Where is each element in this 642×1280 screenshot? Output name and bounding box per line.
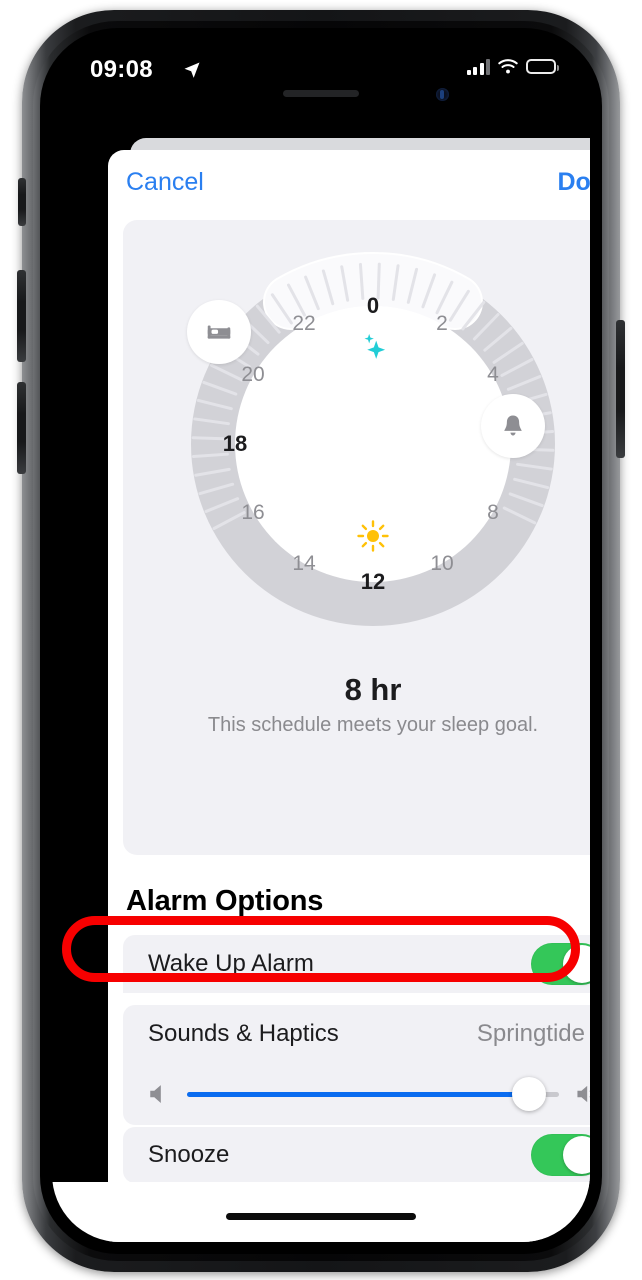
sparkle-icon	[364, 333, 386, 359]
slider-thumb[interactable]	[512, 1077, 547, 1111]
hour-label-10: 10	[430, 552, 454, 575]
mute-switch-button[interactable]	[18, 178, 26, 226]
home-indicator[interactable]	[226, 1213, 416, 1220]
sheet-header: Cancel Done	[108, 150, 590, 212]
slider-fill	[187, 1091, 530, 1097]
wake-up-alarm-row[interactable]: Wake Up Alarm	[123, 935, 590, 993]
hour-label-20: 20	[241, 363, 265, 386]
bell-icon	[504, 415, 522, 436]
sun-icon	[357, 520, 389, 552]
snooze-toggle[interactable]	[531, 1134, 590, 1176]
bedtime-handle[interactable]	[187, 300, 251, 364]
done-button[interactable]: Done	[558, 168, 591, 197]
alarm-volume-row[interactable]	[123, 1063, 590, 1125]
wifi-icon	[498, 59, 518, 74]
speaker-high-icon	[577, 1085, 590, 1103]
toggle-knob	[563, 945, 590, 983]
cancel-button[interactable]: Cancel	[126, 168, 204, 197]
toggle-knob	[563, 1136, 590, 1174]
hour-label-22: 22	[292, 312, 316, 335]
cellular-bars-icon	[466, 58, 490, 75]
speaker-low-icon	[150, 1085, 161, 1103]
alarm-volume-slider[interactable]	[187, 1077, 559, 1111]
bed-icon	[207, 325, 231, 339]
sleep-goal-note: This schedule meets your sleep goal.	[207, 714, 539, 736]
hour-label-14: 14	[292, 552, 316, 575]
snooze-row[interactable]: Snooze	[123, 1127, 590, 1183]
sounds-haptics-value: Springtide	[476, 1020, 585, 1047]
volume-down-button[interactable]	[17, 382, 26, 474]
sleep-dial[interactable]: 0 2 4 6 8 10 12 14 16 18 20 22	[163, 234, 583, 654]
phone-screen: Cancel Done	[52, 40, 590, 1242]
status-bar-time: 09:08	[90, 56, 153, 83]
hour-label-2: 2	[436, 312, 448, 335]
wake-alarm-handle[interactable]	[481, 394, 545, 458]
hour-label-12: 12	[360, 569, 386, 594]
location-arrow-icon	[184, 62, 200, 78]
hour-label-18: 18	[222, 431, 248, 456]
sleep-schedule-card: 0 2 4 6 8 10 12 14 16 18 20 22	[123, 220, 590, 855]
sheet-bottom-area	[52, 1182, 590, 1242]
battery-icon	[526, 59, 559, 74]
sleep-schedule-sheet: Cancel Done	[108, 150, 590, 1242]
status-bar-indicators	[466, 58, 559, 75]
sleep-duration: 8 hr	[344, 672, 402, 707]
hour-label-8: 8	[487, 501, 499, 524]
sounds-haptics-label: Sounds & Haptics	[148, 1020, 339, 1047]
snooze-label: Snooze	[148, 1141, 230, 1168]
volume-up-button[interactable]	[17, 270, 26, 362]
status-bar: 09:08	[52, 40, 590, 98]
power-button[interactable]	[616, 320, 625, 458]
screenshot-stage: Cancel Done	[0, 0, 642, 1280]
hour-label-16: 16	[241, 501, 265, 524]
alarm-options-title: Alarm Options	[126, 885, 324, 917]
hour-label-4: 4	[487, 363, 499, 386]
sounds-haptics-row[interactable]: Sounds & Haptics Springtide ›	[123, 1005, 590, 1063]
wake-up-alarm-toggle[interactable]	[531, 943, 590, 985]
hour-label-0: 0	[366, 293, 380, 318]
wake-up-alarm-label: Wake Up Alarm	[148, 950, 314, 977]
